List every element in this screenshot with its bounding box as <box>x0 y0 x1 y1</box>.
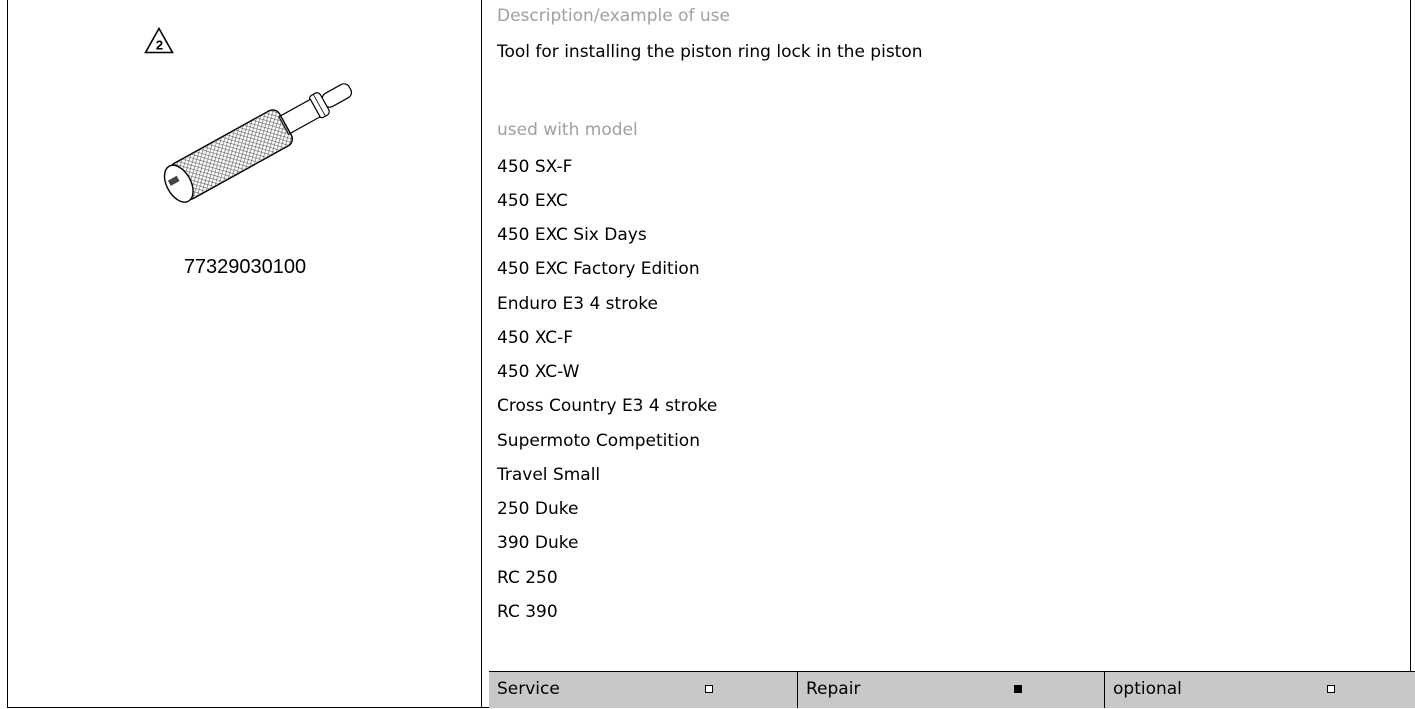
description-cell: Description/example of use Tool for inst… <box>489 0 1415 708</box>
warning-number: 2 <box>156 38 163 53</box>
model-item: 450 SX-F <box>497 157 573 177</box>
model-item: RC 390 <box>497 602 558 622</box>
description-label: Description/example of use <box>497 6 731 26</box>
part-number: 77329030100 <box>183 256 307 278</box>
model-item: Cross Country E3 4 stroke <box>497 396 718 416</box>
model-item: 450 XC-W <box>497 362 580 382</box>
model-item: 450 EXC Six Days <box>497 225 647 245</box>
category-label: Service <box>497 679 560 699</box>
category-service: Service <box>489 672 797 708</box>
category-optional: optional <box>1104 672 1415 708</box>
tool-image-cell: 2 77329030100 <box>8 0 482 707</box>
model-item: 250 Duke <box>497 499 579 519</box>
optional-checkbox <box>1327 685 1335 693</box>
models-label: used with model <box>497 120 638 140</box>
model-item: RC 250 <box>497 568 558 588</box>
category-label: Repair <box>806 679 861 699</box>
model-item: Travel Small <box>497 465 601 485</box>
description-text: Tool for installing the piston ring lock… <box>497 42 923 62</box>
category-row: Service Repair optional <box>489 671 1415 708</box>
model-item: 450 EXC <box>497 191 568 211</box>
model-item: 450 XC-F <box>497 328 574 348</box>
tool-entry-table: 2 77329030100 Description/example of use… <box>7 0 1415 708</box>
model-item: Supermoto Competition <box>497 431 700 451</box>
model-item: 390 Duke <box>497 533 579 553</box>
model-item: 450 EXC Factory Edition <box>497 259 700 279</box>
repair-checkbox <box>1014 685 1022 693</box>
warning-triangle-icon: 2 <box>144 27 174 54</box>
category-label: optional <box>1113 679 1182 699</box>
model-item: Enduro E3 4 stroke <box>497 294 658 314</box>
tool-illustration <box>163 83 353 203</box>
category-repair: Repair <box>797 672 1104 708</box>
service-checkbox <box>705 685 713 693</box>
